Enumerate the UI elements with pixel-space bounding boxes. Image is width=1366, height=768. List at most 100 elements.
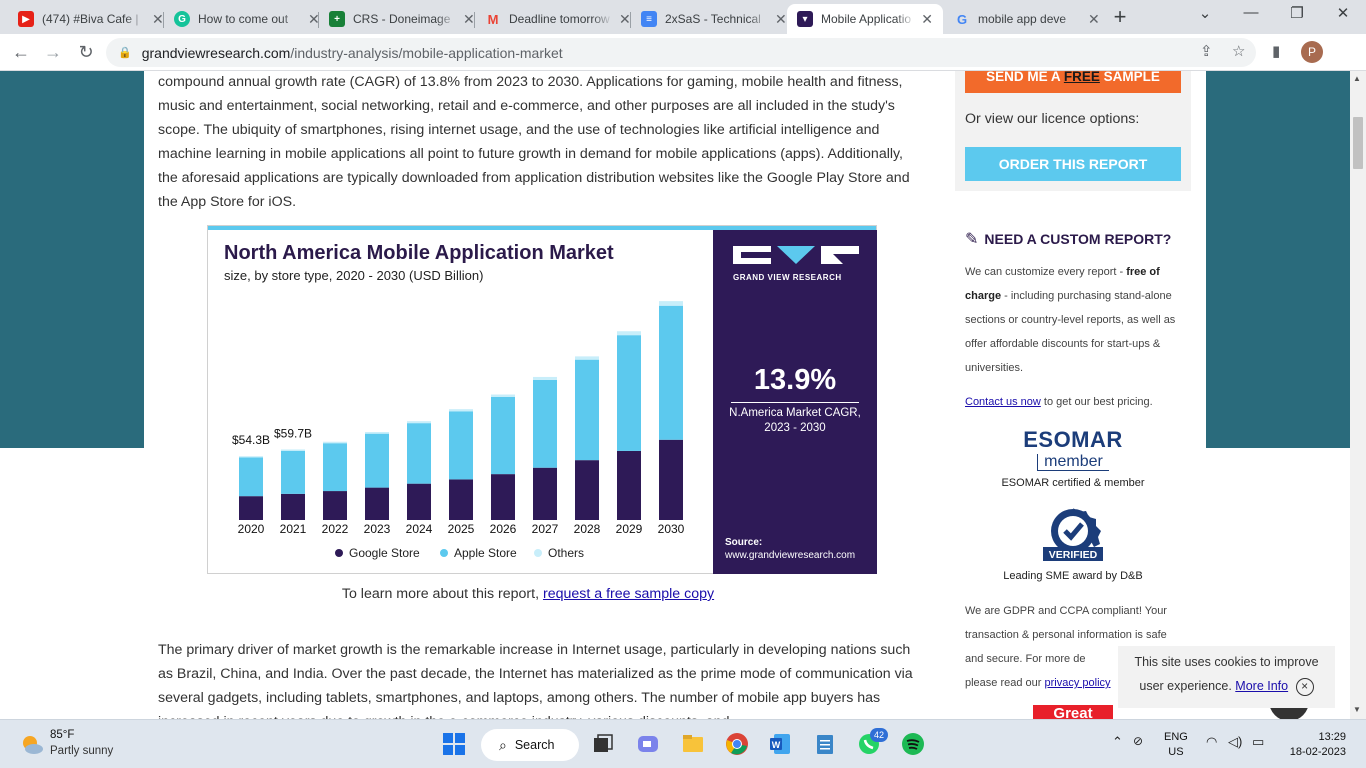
cagr-label: N.America Market CAGR, 2023 - 2030 bbox=[729, 407, 861, 434]
close-icon[interactable]: ✕ bbox=[152, 11, 164, 28]
x-tick-2020: 2020 bbox=[238, 522, 265, 536]
tab-mobile-application[interactable]: ▾ Mobile Applicatio ✕ bbox=[787, 4, 943, 34]
bar-apple-store-2024 bbox=[407, 423, 431, 484]
tab-grammarly[interactable]: G How to come out ✕ bbox=[164, 4, 330, 34]
x-tick-2027: 2027 bbox=[532, 522, 559, 536]
bar-others-2028 bbox=[575, 356, 599, 360]
tab-gmail[interactable]: M Deadline tomorrow ✕ bbox=[475, 4, 641, 34]
side-panel-icon[interactable]: ▮ bbox=[1272, 42, 1280, 60]
battery-icon[interactable]: ▭ bbox=[1252, 734, 1264, 750]
scrollbar-thumb[interactable] bbox=[1353, 117, 1363, 169]
taskbar-clock[interactable]: 13:29 18-02-2023 bbox=[1282, 730, 1346, 760]
x-tick-2023: 2023 bbox=[364, 522, 391, 536]
tab-youtube[interactable]: ▶ (474) #Biva Cafe | ✕ bbox=[8, 4, 174, 34]
file-explorer-icon[interactable] bbox=[681, 732, 705, 756]
market-infographic: North America Mobile Application Market … bbox=[207, 225, 877, 574]
tab-google-search[interactable]: G mobile app deve ✕ bbox=[944, 4, 1110, 34]
article-paragraph: compound annual growth rate (CAGR) of 13… bbox=[158, 74, 910, 210]
taskbar-search[interactable]: ⌕ Search bbox=[481, 729, 579, 761]
x-tick-2021: 2021 bbox=[280, 522, 307, 536]
bar-others-2029 bbox=[617, 331, 641, 336]
forward-arrow-icon[interactable]: → bbox=[42, 41, 64, 63]
cookie-close-icon[interactable]: × bbox=[1295, 678, 1314, 696]
tab-title: Deadline tomorrow bbox=[509, 12, 610, 26]
google-icon: G bbox=[956, 11, 968, 27]
language-indicator[interactable]: ENG US bbox=[1164, 730, 1188, 760]
browser-toolbar: ← → ↻ 🔒 grandviewresearch.com/industry-a… bbox=[0, 34, 1366, 71]
dnb-caption: Leading SME award by D&B bbox=[1003, 570, 1143, 582]
bar-others-2030 bbox=[659, 301, 683, 306]
tab-sheets[interactable]: + CRS - Doneimage ✕ bbox=[319, 4, 485, 34]
scroll-up-arrow-icon[interactable]: ▲ bbox=[1353, 74, 1361, 83]
bar-apple-store-2021 bbox=[281, 450, 305, 494]
bar-apple-store-2025 bbox=[449, 411, 473, 480]
notepad-icon[interactable] bbox=[813, 732, 837, 756]
brand-name: GRAND VIEW RESEARCH bbox=[733, 273, 842, 282]
cookie-more-info-link[interactable]: More Info bbox=[1235, 679, 1288, 693]
bar-google-store-2021 bbox=[281, 493, 305, 520]
url-path: /industry-analysis/mobile-application-ma… bbox=[290, 44, 563, 61]
bar-others-2027 bbox=[533, 376, 557, 380]
close-icon[interactable]: ✕ bbox=[463, 11, 475, 28]
weather-temp[interactable]: 85°F bbox=[50, 729, 74, 741]
teams-chat-icon[interactable] bbox=[636, 732, 660, 756]
chrome-icon[interactable] bbox=[725, 732, 749, 756]
wifi-icon[interactable]: ◠ bbox=[1206, 734, 1217, 750]
bar-apple-store-2027 bbox=[533, 379, 557, 468]
data-label-2021: $59.7B bbox=[274, 426, 312, 440]
spotify-icon[interactable] bbox=[901, 732, 925, 756]
source-label: Source: bbox=[725, 537, 763, 548]
stacked-bar-chart: 2020 $54.3B 2021 $59.7B 2022 2023 2024 2025 2026… bbox=[232, 301, 685, 560]
bar-google-store-2024 bbox=[407, 483, 431, 520]
tab-title: mobile app deve bbox=[978, 12, 1067, 26]
free-sample-link[interactable]: request a free sample copy bbox=[543, 586, 714, 602]
grand-view-research-logo bbox=[733, 246, 859, 264]
url-domain: grandviewresearch.com bbox=[141, 44, 291, 61]
custom-report-text: We can customize every report - free of … bbox=[965, 266, 1176, 374]
close-icon[interactable]: ✕ bbox=[775, 11, 787, 28]
bookmark-star-icon[interactable]: ☆ bbox=[1232, 42, 1245, 60]
send-free-sample-button[interactable]: SEND ME A FREE SAMPLE bbox=[965, 71, 1181, 93]
article-paragraph-2: The primary driver of market growth is t… bbox=[158, 642, 913, 719]
page-scrollbar[interactable]: ▲ ▼ bbox=[1350, 71, 1366, 719]
weather-desc[interactable]: Partly sunny bbox=[50, 745, 113, 757]
bar-apple-store-2020 bbox=[239, 457, 263, 497]
legend-label-apple-store: Apple Store bbox=[454, 546, 517, 560]
great-place-badge: Great bbox=[1033, 705, 1113, 719]
docs-icon: ≡ bbox=[641, 11, 657, 27]
order-report-button[interactable]: ORDER THIS REPORT bbox=[965, 147, 1181, 181]
minimize-button[interactable]: — bbox=[1236, 4, 1266, 21]
close-icon[interactable]: ✕ bbox=[921, 11, 933, 28]
profile-avatar[interactable]: P bbox=[1301, 41, 1323, 63]
tab-docs[interactable]: ≡ 2xSaS - Technical ✕ bbox=[631, 4, 797, 34]
reload-icon[interactable]: ↻ bbox=[75, 41, 97, 63]
address-bar[interactable]: 🔒 grandviewresearch.com/industry-analysi… bbox=[106, 38, 1256, 67]
tab-title: (474) #Biva Cafe | bbox=[42, 12, 139, 26]
legend-swatch-google-store bbox=[335, 549, 343, 557]
close-icon[interactable]: ✕ bbox=[1088, 11, 1100, 28]
lock-icon[interactable]: 🔒 bbox=[118, 46, 132, 59]
share-icon[interactable]: ⇪ bbox=[1200, 42, 1213, 60]
x-tick-2030: 2030 bbox=[658, 522, 685, 536]
sidebar: SEND ME A FREE SAMPLE Or view our licenc… bbox=[955, 71, 1191, 719]
windows-start-icon[interactable] bbox=[442, 732, 466, 756]
network-status-icon[interactable]: ⊘ bbox=[1133, 734, 1143, 748]
contact-us-link[interactable]: Contact us now bbox=[965, 396, 1041, 408]
legend-label-google-store: Google Store bbox=[349, 546, 420, 560]
tab-search-chevron-icon[interactable]: ⌄ bbox=[1190, 4, 1220, 22]
task-view-icon[interactable] bbox=[591, 732, 615, 756]
word-icon[interactable]: W bbox=[768, 732, 792, 756]
scroll-down-arrow-icon[interactable]: ▼ bbox=[1353, 705, 1361, 714]
sample-box: SEND ME A FREE SAMPLE Or view our licenc… bbox=[955, 71, 1191, 191]
privacy-policy-link[interactable]: privacy policy bbox=[1045, 677, 1111, 689]
new-tab-button[interactable]: + bbox=[1108, 4, 1132, 30]
restore-button[interactable]: ❐ bbox=[1282, 4, 1312, 22]
bar-others-2026 bbox=[491, 394, 515, 397]
window-close-button[interactable]: ✕ bbox=[1328, 4, 1358, 22]
close-icon[interactable]: ✕ bbox=[619, 11, 631, 28]
partly-sunny-icon[interactable] bbox=[20, 733, 44, 757]
cagr-value: 13.9% bbox=[753, 364, 837, 396]
back-arrow-icon[interactable]: ← bbox=[10, 41, 32, 63]
volume-icon[interactable]: ◁) bbox=[1228, 734, 1242, 750]
tray-chevron-icon[interactable]: ⌃ bbox=[1112, 734, 1123, 750]
